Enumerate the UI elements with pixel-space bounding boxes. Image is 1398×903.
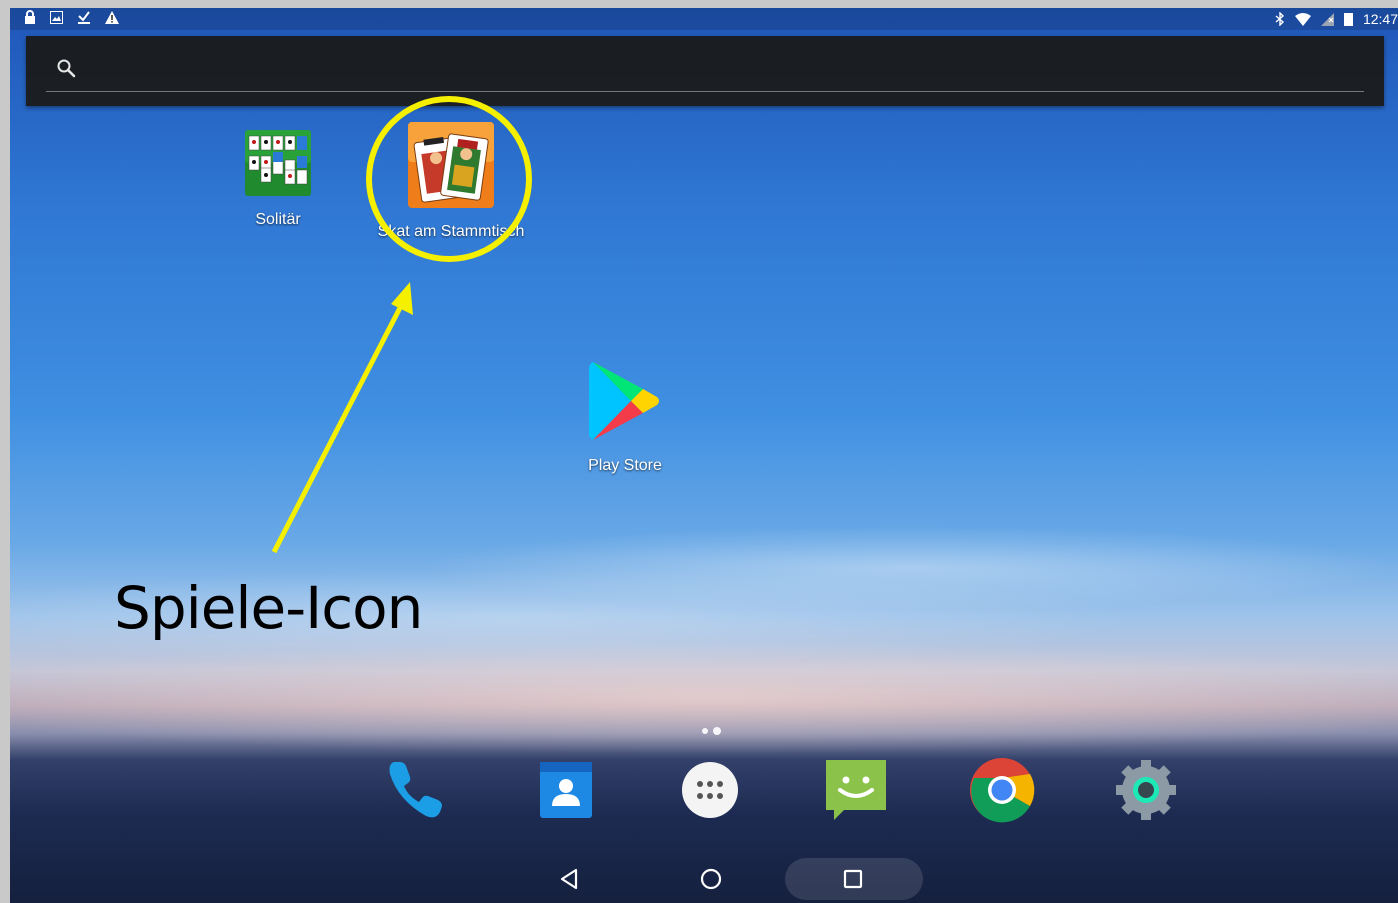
page-dot xyxy=(702,728,708,734)
home-screen: 12:47 Solitär Skat am Stammtisch Play St… xyxy=(10,8,1398,903)
chrome-icon[interactable] xyxy=(968,756,1036,824)
app-drawer-icon[interactable] xyxy=(676,756,744,824)
annotation-label: Spiele-Icon xyxy=(114,574,423,642)
navigation-bar xyxy=(10,856,1398,903)
settings-icon[interactable] xyxy=(1112,756,1180,824)
recents-icon[interactable] xyxy=(836,862,870,896)
phone-icon[interactable] xyxy=(382,756,450,824)
page-indicator xyxy=(702,727,721,735)
back-icon[interactable] xyxy=(552,862,586,896)
home-icon[interactable] xyxy=(694,862,728,896)
contacts-icon[interactable] xyxy=(532,756,600,824)
page-dot-active xyxy=(713,727,721,735)
messages-icon[interactable] xyxy=(822,756,890,824)
